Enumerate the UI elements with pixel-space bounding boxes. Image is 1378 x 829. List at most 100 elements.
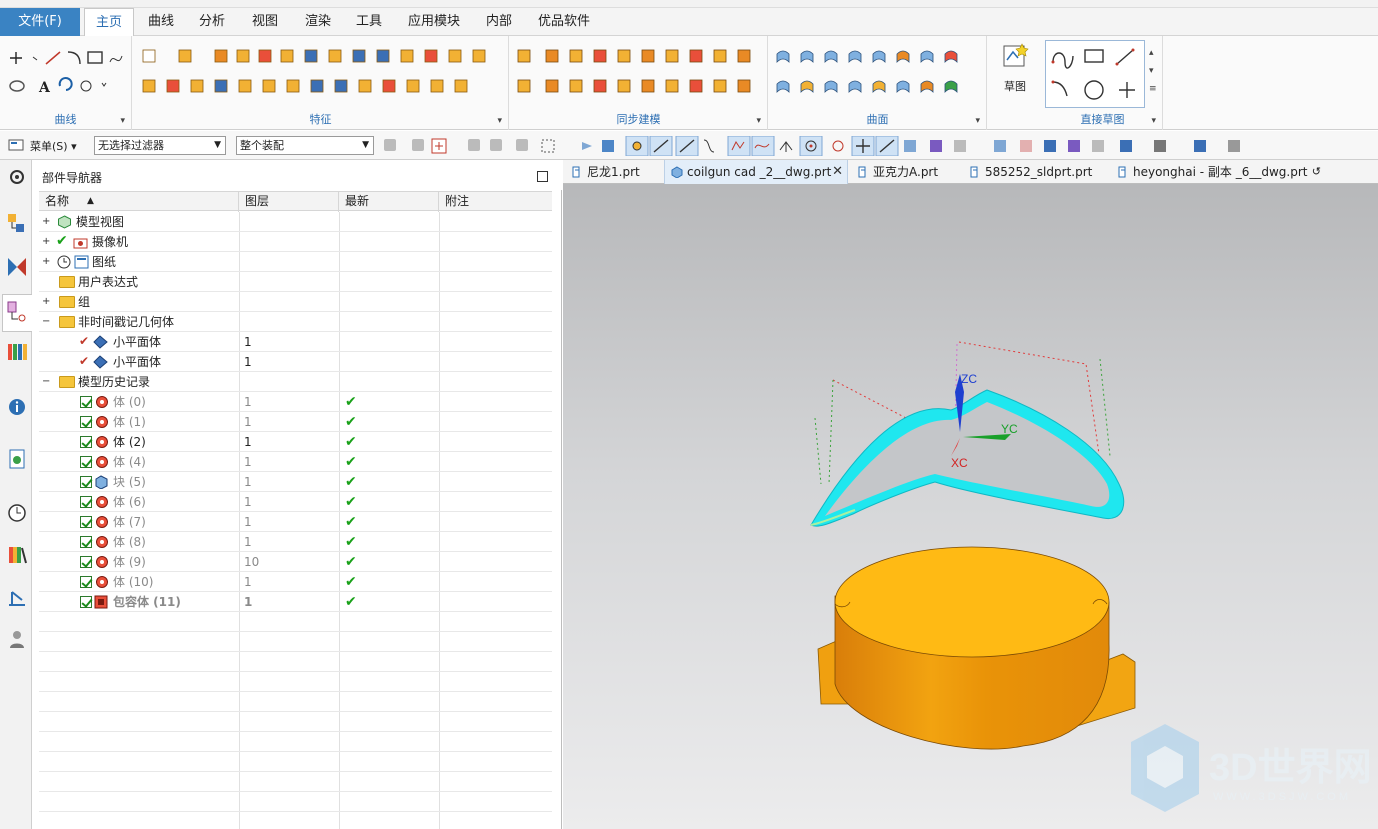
web-browser-icon[interactable]	[6, 448, 28, 470]
expand-icon[interactable]: +	[42, 257, 50, 267]
file-menu-button[interactable]: 文件(F)	[0, 8, 80, 36]
tree-row-model-views[interactable]: + 模型视图	[39, 212, 552, 232]
tree-row-body[interactable]: 体 (4) 1 ✔	[39, 452, 552, 472]
tree-row-camera[interactable]: + ✔ 摄像机	[39, 232, 552, 252]
direct-sketch-icons[interactable]	[1049, 46, 1145, 106]
roles-icon[interactable]	[6, 628, 28, 650]
row-latest: ✔	[345, 594, 357, 610]
tree-row-non-timestamp-geometry[interactable]: − 非时间戳记几何体	[39, 312, 552, 332]
surface-tools-icons[interactable]	[775, 46, 981, 94]
tree-row-bounding-body[interactable]: 包容体 (11) 1 ✔	[39, 592, 552, 612]
curve-group-more-icon[interactable]: ▾	[120, 116, 125, 126]
selection-filter-select[interactable]: 无选择过滤器 ▼	[94, 136, 226, 155]
doc-tab[interactable]: 585252_sldprt.prt	[963, 160, 1103, 184]
tab-home[interactable]: 主页	[84, 8, 134, 37]
collapse-icon[interactable]: −	[42, 317, 50, 327]
tree-row-body[interactable]: 体 (0) 1 ✔	[39, 392, 552, 412]
settings-icon[interactable]	[6, 166, 28, 188]
navigator-title: 部件导航器	[42, 171, 103, 185]
reuse-library-icon[interactable]	[6, 340, 28, 362]
process-studio-icon[interactable]	[6, 586, 28, 608]
visibility-checkbox[interactable]	[80, 536, 92, 548]
visibility-checkbox[interactable]	[80, 456, 92, 468]
snap-tools-icons[interactable]	[382, 136, 1372, 156]
tab-youpin[interactable]: 优品软件	[530, 8, 598, 36]
feature-group-more-icon[interactable]: ▾	[497, 116, 502, 126]
tab-application[interactable]: 应用模块	[400, 8, 468, 36]
assembly-navigator-icon[interactable]	[6, 212, 28, 234]
assembly-scope-select[interactable]: 整个装配 ▼	[236, 136, 374, 155]
column-note[interactable]: 附注	[439, 192, 552, 212]
doc-tab[interactable]: 尼龙1.prt	[565, 160, 663, 184]
model-view-icon	[58, 215, 71, 229]
expand-icon[interactable]: +	[42, 237, 50, 247]
doc-tab[interactable]: 亚克力A.prt	[851, 160, 951, 184]
tab-internal[interactable]: 内部	[478, 8, 520, 36]
check-red-icon: ✔	[79, 334, 90, 348]
column-layer[interactable]: 图层	[239, 192, 339, 212]
part-navigator-icon[interactable]	[6, 300, 28, 322]
visibility-checkbox[interactable]	[80, 556, 92, 568]
history-icon[interactable]	[6, 502, 28, 524]
expand-icon[interactable]: +	[42, 297, 50, 307]
feature-tools-icons[interactable]	[139, 46, 503, 94]
model-scene: ZC YC XC 3D世界网 WWW.3DSJW.COM	[810, 341, 1372, 812]
tree-row-model-history[interactable]: − 模型历史记录	[39, 372, 552, 392]
graphics-window[interactable]: ZC YC XC 3D世界网 WWW.3DSJW.COM	[563, 184, 1378, 829]
expand-icon[interactable]: +	[42, 217, 50, 227]
visibility-checkbox[interactable]	[80, 436, 92, 448]
visibility-checkbox[interactable]	[80, 396, 92, 408]
yc-label: YC	[1001, 422, 1018, 436]
tab-curve[interactable]: 曲线	[140, 8, 182, 36]
info-icon[interactable]	[6, 396, 28, 418]
collapse-icon[interactable]: −	[42, 377, 50, 387]
navigator-header: 部件导航器	[33, 160, 562, 190]
constraint-navigator-icon[interactable]	[6, 256, 28, 278]
doc-tab[interactable]: heyonghai - 副本 _6__dwg.prt ↺	[1111, 160, 1321, 184]
doc-tab-active[interactable]: coilgun cad _2__dwg.prt ✕	[664, 160, 848, 184]
direct-sketch-more-icon[interactable]: ▾	[1151, 116, 1156, 126]
maximize-icon[interactable]	[537, 171, 548, 182]
tree-row-facet-body[interactable]: ✔ 小平面体 1	[39, 332, 552, 352]
sync-modeling-icons[interactable]	[516, 46, 762, 94]
tree-row-body[interactable]: 体 (9) 10 ✔	[39, 552, 552, 572]
visibility-checkbox[interactable]	[80, 576, 92, 588]
tree-row-facet-body[interactable]: ✔ 小平面体 1	[39, 352, 552, 372]
part-file-icon	[572, 166, 580, 178]
direct-sketch-scroll[interactable]: ▴ ▾ ≡	[1149, 44, 1157, 98]
tab-analysis[interactable]: 分析	[191, 8, 233, 36]
column-latest[interactable]: 最新	[339, 192, 439, 212]
doc-tab-label: heyonghai - 副本 _6__dwg.prt	[1133, 165, 1308, 179]
curve-tools-icons[interactable]: A	[6, 46, 130, 94]
tree-row-body[interactable]: 体 (10) 1 ✔	[39, 572, 552, 592]
visibility-checkbox[interactable]	[80, 596, 92, 608]
sync-group-more-icon[interactable]: ▾	[756, 116, 761, 126]
sketch-button[interactable]: 草图	[988, 36, 1042, 130]
tree-row-user-expressions[interactable]: 用户表达式	[39, 272, 552, 292]
visibility-checkbox[interactable]	[80, 476, 92, 488]
tree-row-block[interactable]: 块 (5) 1 ✔	[39, 472, 552, 492]
ribbon-group-curve: A 曲线 ▾	[0, 36, 132, 130]
column-name-label: 名称	[45, 194, 70, 208]
palette-icon[interactable]	[6, 544, 28, 566]
tree-row-body[interactable]: 体 (1) 1 ✔	[39, 412, 552, 432]
tab-tools[interactable]: 工具	[348, 8, 390, 36]
tree-row-body[interactable]: 体 (7) 1 ✔	[39, 512, 552, 532]
tree-row-drawings[interactable]: + 图纸	[39, 252, 552, 272]
tree-row-groups[interactable]: + 组	[39, 292, 552, 312]
folder-icon	[59, 276, 75, 288]
tab-render[interactable]: 渲染	[297, 8, 339, 36]
row-name: 模型历史记录	[78, 375, 151, 389]
visibility-checkbox[interactable]	[80, 496, 92, 508]
tree-row-body[interactable]: 体 (2) 1 ✔	[39, 432, 552, 452]
menu-button[interactable]: 菜单(S) ▾	[30, 138, 77, 154]
visibility-checkbox[interactable]	[80, 516, 92, 528]
tree-row-body[interactable]: 体 (8) 1 ✔	[39, 532, 552, 552]
tree-row-body[interactable]: 体 (6) 1 ✔	[39, 492, 552, 512]
row-name: 体 (8)	[113, 535, 146, 549]
surface-group-more-icon[interactable]: ▾	[975, 116, 980, 126]
visibility-checkbox[interactable]	[80, 416, 92, 428]
close-tab-icon[interactable]: ✕	[832, 160, 843, 184]
tab-view[interactable]: 视图	[244, 8, 286, 36]
column-name[interactable]: 名称 ▲	[39, 192, 239, 212]
